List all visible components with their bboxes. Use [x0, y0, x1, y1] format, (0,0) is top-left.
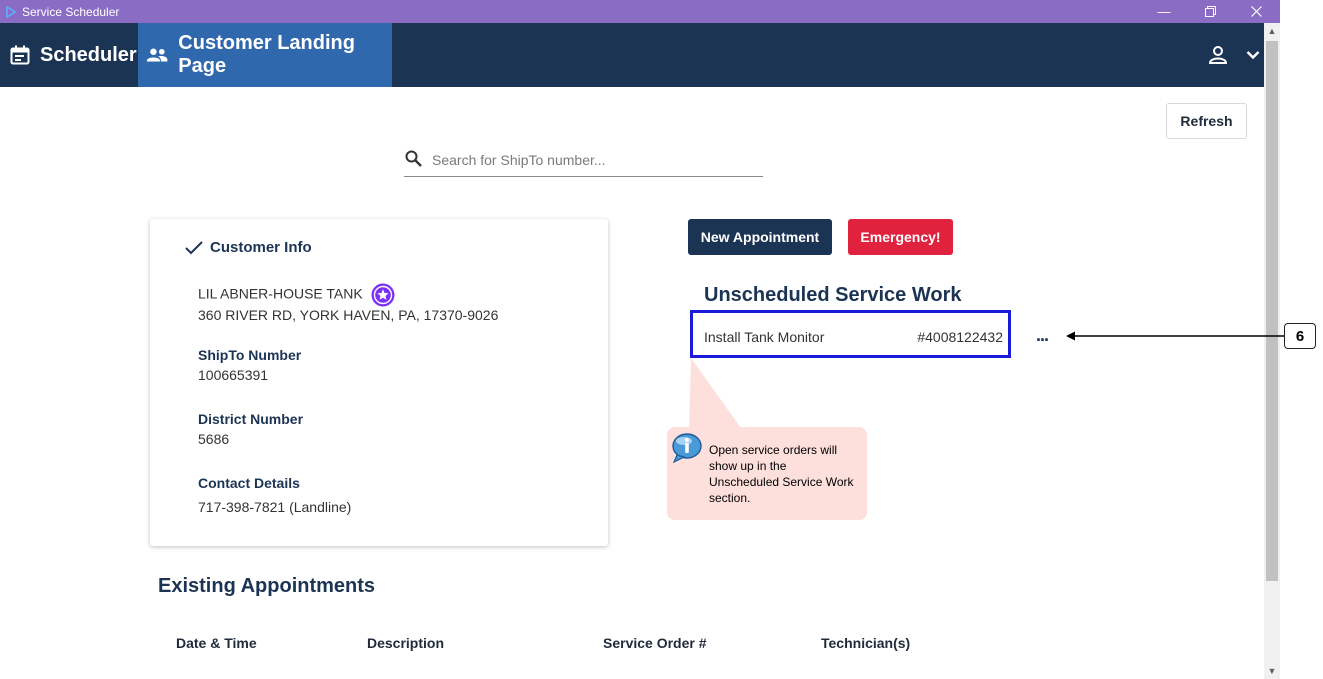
emergency-button[interactable]: Emergency!	[848, 219, 953, 255]
user-icon	[1208, 46, 1228, 64]
work-item-number: #4008122432	[917, 329, 1003, 345]
check-icon	[185, 240, 203, 254]
close-icon[interactable]	[1233, 0, 1279, 23]
column-description[interactable]: Description	[367, 635, 444, 651]
tab-customer-landing-label: Customer Landing Page	[178, 32, 355, 77]
app-header: Scheduler Customer Landing Page	[0, 23, 1264, 87]
work-item-description: Install Tank Monitor	[704, 329, 825, 345]
customer-info-card: Customer Info LIL ABNER-HOUSE TANK 360 R…	[150, 219, 608, 546]
window-title: Service Scheduler	[22, 4, 120, 19]
window-titlebar: Service Scheduler —	[0, 0, 1280, 23]
tip-pointer	[689, 358, 741, 428]
appointments-title: Existing Appointments	[158, 575, 376, 597]
customer-name-row: LIL ABNER-HOUSE TANK	[198, 283, 395, 307]
shipto-search	[404, 145, 763, 177]
callout-arrow	[1066, 331, 1284, 341]
tip-text: Open service orders will show up in the …	[709, 443, 854, 505]
new-appointment-button[interactable]: New Appointment	[688, 219, 832, 255]
search-input[interactable]	[432, 149, 752, 171]
customer-info-title: Customer Info	[210, 239, 312, 256]
contact-value: 717-398-7821 (Landline)	[198, 499, 352, 515]
people-icon	[146, 48, 168, 62]
customer-name: LIL ABNER-HOUSE TANK	[198, 285, 363, 302]
minimize-icon[interactable]: —	[1141, 0, 1187, 23]
column-technicians[interactable]: Technician(s)	[821, 635, 910, 651]
district-value: 5686	[198, 431, 230, 447]
unscheduled-title: Unscheduled Service Work	[704, 284, 962, 306]
chevron-down-icon	[1246, 51, 1260, 60]
shipto-value: 100665391	[198, 367, 269, 383]
tip-note: Open service orders will show up in the …	[667, 427, 867, 520]
calendar-icon	[10, 45, 30, 65]
search-icon	[405, 150, 422, 167]
unscheduled-work-item[interactable]: Install Tank Monitor #4008122432	[690, 310, 1011, 358]
column-service-order[interactable]: Service Order #	[603, 635, 707, 651]
scroll-down-icon[interactable]: ▼	[1264, 663, 1280, 679]
customer-info-heading: Customer Info	[184, 239, 312, 256]
callout-number-badge: 6	[1284, 323, 1316, 349]
contact-label: Contact Details	[198, 475, 300, 491]
more-options-button[interactable]: ...	[1036, 326, 1060, 348]
restore-icon[interactable]	[1187, 0, 1233, 23]
column-date-time[interactable]: Date & Time	[176, 635, 257, 651]
star-badge-icon	[371, 283, 395, 307]
tab-customer-landing[interactable]: Customer Landing Page	[138, 23, 392, 87]
info-icon	[672, 433, 702, 463]
app-icon	[6, 5, 16, 18]
scroll-thumb[interactable]	[1266, 41, 1278, 581]
district-label: District Number	[198, 411, 304, 427]
user-menu[interactable]	[1208, 23, 1260, 87]
tab-scheduler[interactable]: Scheduler	[10, 23, 145, 87]
shipto-label: ShipTo Number	[198, 347, 302, 363]
vertical-scrollbar[interactable]: ▲ ▼	[1264, 23, 1280, 679]
refresh-button[interactable]: Refresh	[1166, 103, 1247, 139]
scroll-up-icon[interactable]: ▲	[1264, 23, 1280, 39]
customer-address: 360 RIVER RD, YORK HAVEN, PA, 17370-9026	[198, 307, 499, 323]
tab-scheduler-label: Scheduler	[40, 43, 137, 66]
